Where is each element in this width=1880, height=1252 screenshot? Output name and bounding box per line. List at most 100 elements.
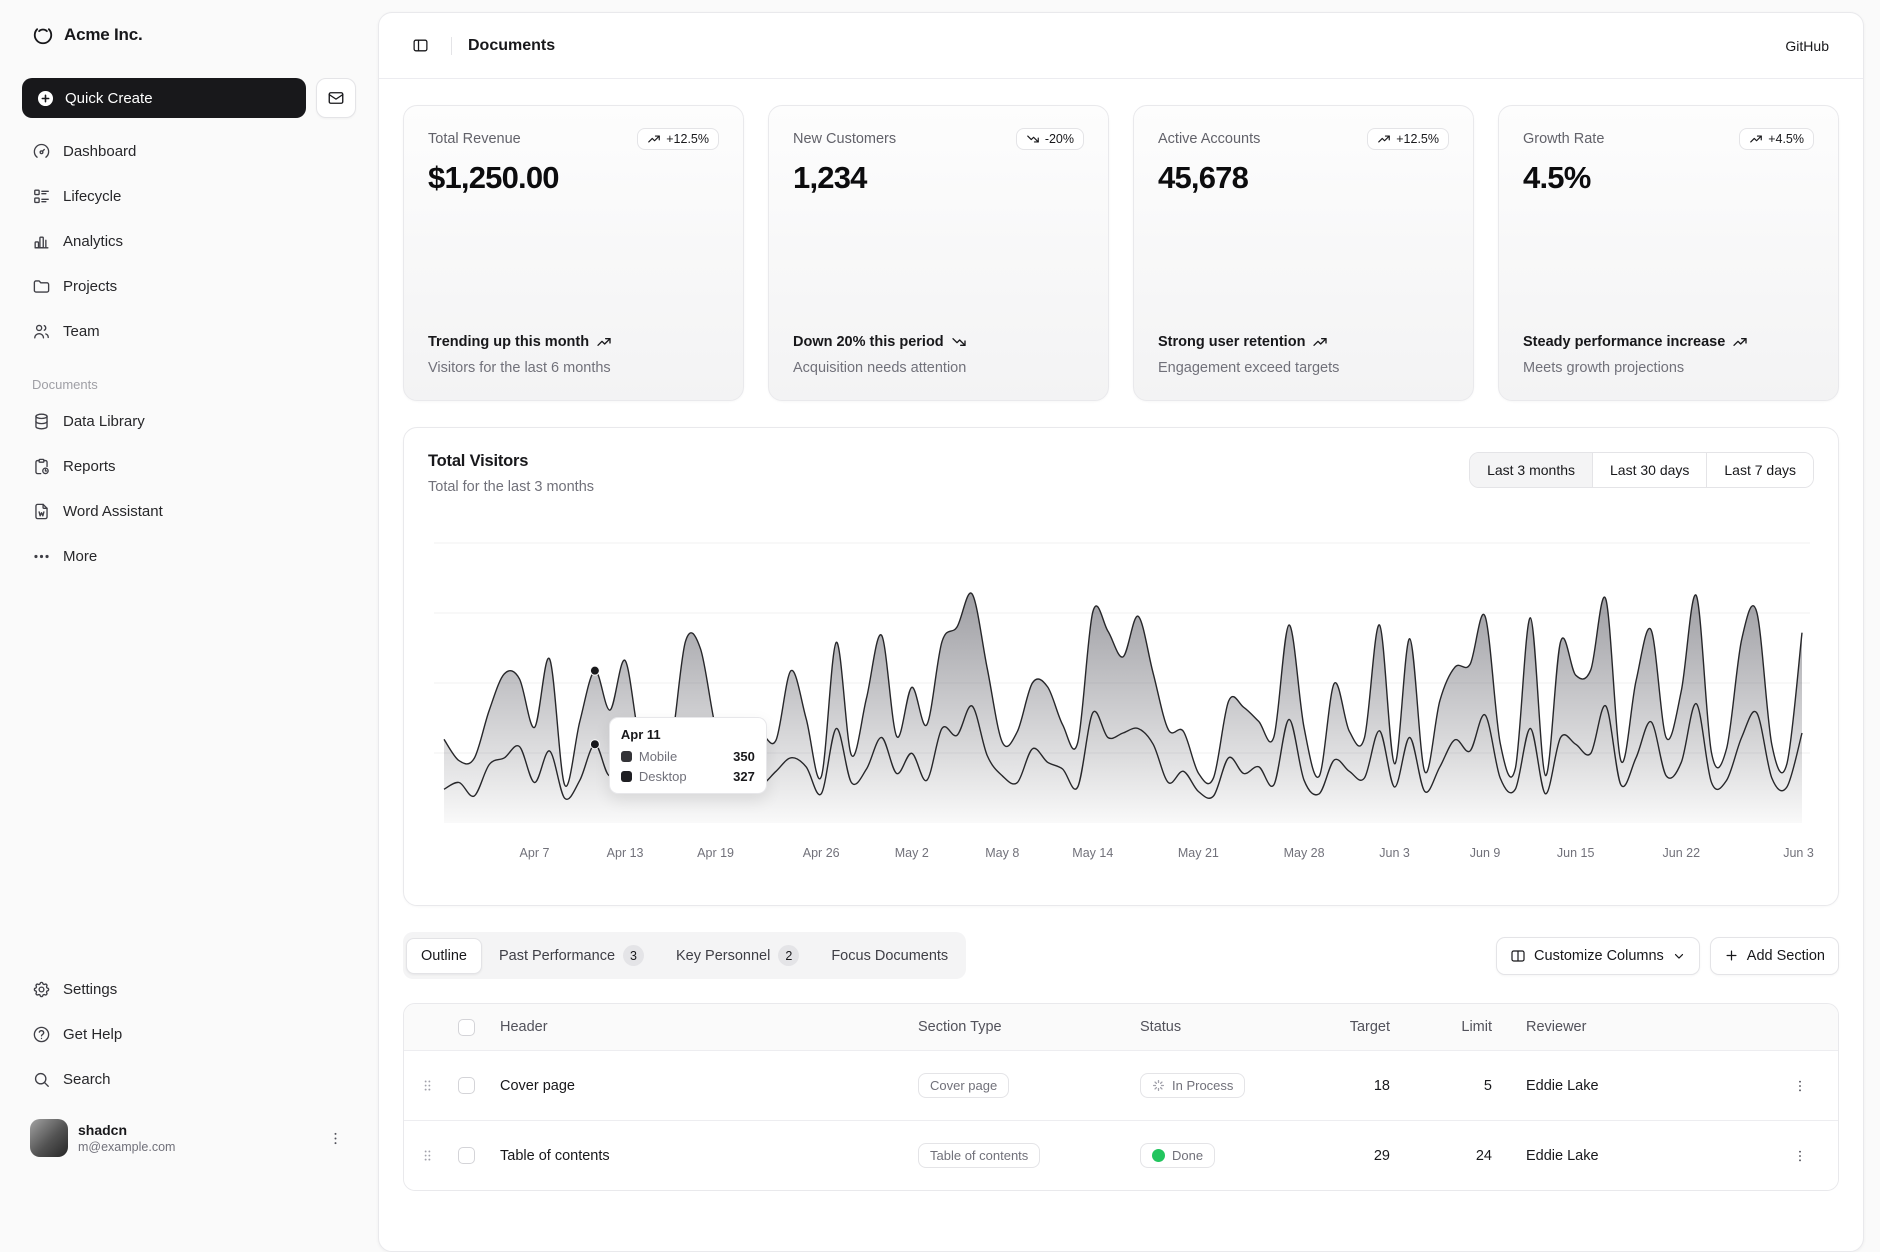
brand[interactable]: Acme Inc. (22, 18, 356, 52)
svg-text:Apr 19: Apr 19 (697, 846, 734, 860)
stat-label: New Customers (793, 128, 896, 147)
mobile-swatch (621, 751, 632, 762)
main-header: Documents GitHub (379, 13, 1863, 79)
dots-vertical-icon (327, 1130, 344, 1147)
row-actions-button[interactable] (1788, 1074, 1812, 1098)
column-status: Status (1132, 1019, 1334, 1035)
sidebar-item-settings[interactable]: Settings (22, 970, 356, 1009)
sidebar-item-team[interactable]: Team (22, 312, 356, 351)
circle-plus-icon (36, 89, 55, 108)
user-menu[interactable]: shadcn m@example.com (22, 1113, 356, 1159)
sidebar-item-reports[interactable]: Reports (22, 447, 356, 486)
trend-badge: +4.5% (1739, 128, 1814, 150)
dashboard-gauge-icon (32, 142, 51, 161)
trending-down-icon (1026, 132, 1040, 146)
stat-card-growth-rate: Growth Rate +4.5% 4.5% Steady performanc… (1498, 105, 1839, 401)
stat-value: 45,678 (1158, 160, 1449, 196)
user-email: m@example.com (78, 1140, 313, 1154)
sidebar-item-projects[interactable]: Projects (22, 267, 356, 306)
svg-text:Jun 15: Jun 15 (1557, 846, 1595, 860)
drag-handle[interactable] (404, 1148, 450, 1163)
svg-text:Jun 30: Jun 30 (1783, 846, 1814, 860)
svg-text:Jun 22: Jun 22 (1663, 846, 1701, 860)
trending-up-icon (1749, 132, 1763, 146)
status-badge: Done (1140, 1143, 1215, 1168)
tooltip-row-desktop: Desktop 327 (621, 769, 755, 784)
row-checkbox[interactable] (458, 1147, 475, 1164)
limit-cell[interactable]: 24 (1416, 1148, 1518, 1164)
add-section-button[interactable]: Add Section (1710, 937, 1839, 975)
sidebar-toggle-button[interactable] (405, 31, 435, 61)
github-link[interactable]: GitHub (1785, 38, 1829, 54)
range-last-3-months[interactable]: Last 3 months (1470, 453, 1592, 487)
panel-left-icon (412, 37, 429, 54)
sidebar-item-label: Lifecycle (63, 188, 121, 205)
chart-subtitle: Total for the last 3 months (428, 479, 594, 495)
area-chart[interactable]: Apr 7Apr 13Apr 19Apr 26May 2May 8May 14M… (428, 511, 1814, 891)
stat-value: 1,234 (793, 160, 1084, 196)
trending-up-icon (647, 132, 661, 146)
users-icon (32, 322, 51, 341)
quick-create-button[interactable]: Quick Create (22, 78, 306, 118)
inner-shadow-top-icon (32, 24, 54, 46)
mail-button[interactable] (316, 78, 356, 118)
customize-columns-button[interactable]: Customize Columns (1496, 937, 1700, 975)
select-all-checkbox[interactable] (458, 1019, 475, 1036)
stat-card-total-revenue: Total Revenue +12.5% $1,250.00 Trending … (403, 105, 744, 401)
tab-past-performance[interactable]: Past Performance 3 (484, 935, 659, 976)
row-checkbox[interactable] (458, 1077, 475, 1094)
sidebar-item-search[interactable]: Search (22, 1060, 356, 1099)
section-type-badge: Cover page (918, 1073, 1009, 1098)
help-icon (32, 1025, 51, 1044)
badge-value: +4.5% (1768, 132, 1804, 146)
sidebar-item-data-library[interactable]: Data Library (22, 402, 356, 441)
range-last-30-days[interactable]: Last 30 days (1592, 453, 1706, 487)
reviewer-cell[interactable]: Eddie Lake (1518, 1148, 1780, 1164)
sidebar-documents-nav: Data Library Reports Word Assistant (22, 402, 356, 576)
tab-outline[interactable]: Outline (406, 938, 482, 974)
stat-label: Active Accounts (1158, 128, 1260, 147)
target-cell[interactable]: 18 (1334, 1078, 1416, 1094)
sidebar-item-dashboard[interactable]: Dashboard (22, 132, 356, 171)
chart-bar-icon (32, 232, 51, 251)
range-toggle-group: Last 3 months Last 30 days Last 7 days (1469, 452, 1814, 488)
dots-icon (32, 547, 51, 566)
row-actions-button[interactable] (1788, 1144, 1812, 1168)
sidebar-item-get-help[interactable]: Get Help (22, 1015, 356, 1054)
stat-footer-title: Down 20% this period (793, 332, 1084, 353)
limit-cell[interactable]: 5 (1416, 1078, 1518, 1094)
stat-label: Growth Rate (1523, 128, 1604, 147)
svg-text:Apr 13: Apr 13 (607, 846, 644, 860)
sidebar-item-more[interactable]: More (22, 537, 356, 576)
tab-key-personnel[interactable]: Key Personnel 2 (661, 935, 814, 976)
sidebar-item-lifecycle[interactable]: Lifecycle (22, 177, 356, 216)
sidebar-nav: Dashboard Lifecycle Analytics Projects (22, 132, 356, 351)
search-icon (32, 1070, 51, 1089)
columns-icon (1510, 948, 1526, 964)
row-header-cell[interactable]: Cover page (492, 1078, 910, 1094)
desktop-swatch (621, 771, 632, 782)
stat-value: $1,250.00 (428, 160, 719, 196)
trend-badge: +12.5% (637, 128, 719, 150)
sidebar-item-label: Data Library (63, 413, 145, 430)
drag-handle[interactable] (404, 1078, 450, 1093)
sidebar-footer-nav: Settings Get Help Search (22, 970, 356, 1099)
sidebar-item-word-assistant[interactable]: Word Assistant (22, 492, 356, 531)
user-menu-button[interactable] (323, 1126, 348, 1151)
reviewer-cell[interactable]: Eddie Lake (1518, 1078, 1780, 1094)
target-cell[interactable]: 29 (1334, 1148, 1416, 1164)
stat-value: 4.5% (1523, 160, 1814, 196)
tab-focus-documents[interactable]: Focus Documents (816, 938, 963, 974)
sidebar-item-analytics[interactable]: Analytics (22, 222, 356, 261)
column-limit: Limit (1416, 1019, 1518, 1035)
table-row: Table of contents Table of contents Done… (404, 1120, 1838, 1190)
sidebar-item-label: Dashboard (63, 143, 136, 160)
stat-footer-title: Trending up this month (428, 332, 719, 353)
range-last-7-days[interactable]: Last 7 days (1706, 453, 1813, 487)
column-header: Header (492, 1019, 910, 1035)
stat-footer-sub: Visitors for the last 6 months (428, 360, 719, 376)
quick-create-label: Quick Create (65, 90, 153, 107)
user-name: shadcn (78, 1122, 313, 1138)
chart-title: Total Visitors (428, 452, 594, 471)
row-header-cell[interactable]: Table of contents (492, 1148, 910, 1164)
